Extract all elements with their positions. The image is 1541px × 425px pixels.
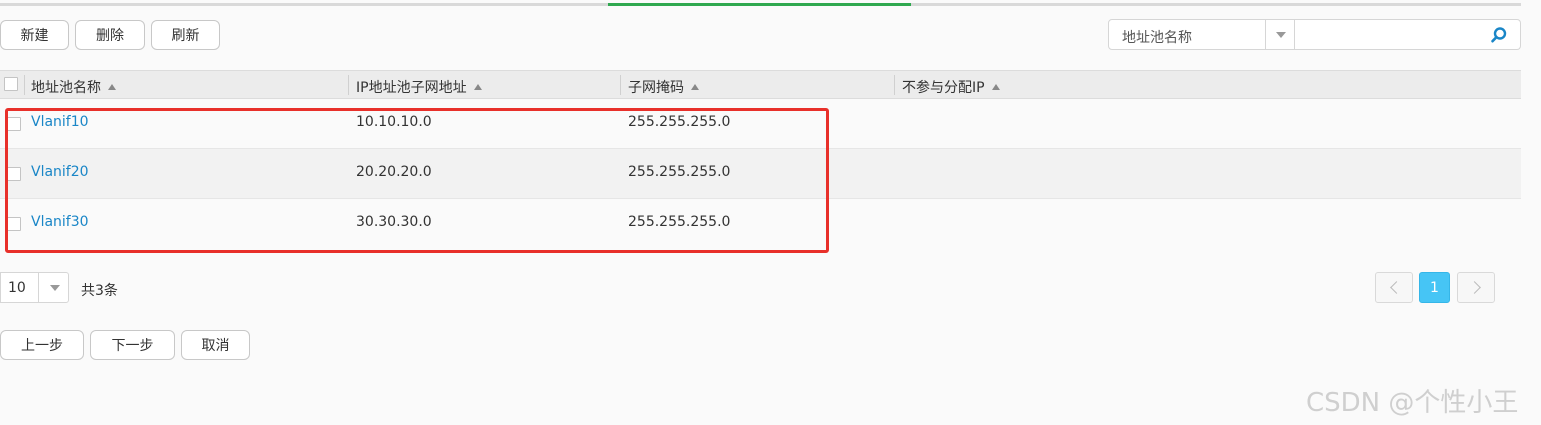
sort-asc-icon <box>691 84 699 90</box>
total-count: 共3条 <box>81 283 118 299</box>
chevron-down-icon[interactable] <box>1265 20 1296 49</box>
column-divider <box>348 75 349 95</box>
page-size-value: 10 <box>8 280 26 296</box>
chevron-left-icon <box>1389 281 1403 294</box>
column-divider <box>620 75 621 95</box>
table-header: 地址池名称 IP地址池子网地址 子网掩码 不参与分配IP <box>0 70 1521 99</box>
prev-step-button[interactable]: 上一步 <box>0 330 84 360</box>
column-header-pool-name[interactable]: 地址池名称 <box>31 77 116 97</box>
chevron-right-icon <box>1467 281 1481 294</box>
search-field-value: 地址池名称 <box>1122 30 1192 46</box>
column-header-mask[interactable]: 子网掩码 <box>628 77 699 97</box>
column-header-subnet[interactable]: IP地址池子网地址 <box>356 77 482 97</box>
cancel-button[interactable]: 取消 <box>181 330 250 360</box>
highlight-box <box>5 108 829 253</box>
delete-button[interactable]: 删除 <box>75 20 145 50</box>
page-size-select[interactable]: 10 <box>0 272 69 303</box>
select-all-checkbox[interactable] <box>4 77 18 91</box>
sort-asc-icon <box>991 84 1000 90</box>
refresh-button[interactable]: 刷新 <box>151 20 220 50</box>
watermark: CSDN @个性小王 <box>1306 388 1519 418</box>
search-icon[interactable] <box>1490 26 1508 44</box>
search-field-select[interactable]: 地址池名称 <box>1108 19 1295 50</box>
prev-page-button[interactable] <box>1375 272 1413 303</box>
chevron-down-icon[interactable] <box>38 273 70 302</box>
sort-asc-icon <box>473 84 482 90</box>
column-divider <box>894 75 895 95</box>
column-header-excluded-ip[interactable]: 不参与分配IP <box>902 77 1000 97</box>
page-button-current[interactable]: 1 <box>1419 272 1450 303</box>
sort-asc-icon <box>108 84 116 90</box>
search-input[interactable] <box>1295 19 1521 50</box>
new-button[interactable]: 新建 <box>0 20 69 50</box>
column-divider <box>24 75 25 95</box>
progress-indicator <box>608 3 911 6</box>
next-step-button[interactable]: 下一步 <box>90 330 175 360</box>
next-page-button[interactable] <box>1457 272 1495 303</box>
